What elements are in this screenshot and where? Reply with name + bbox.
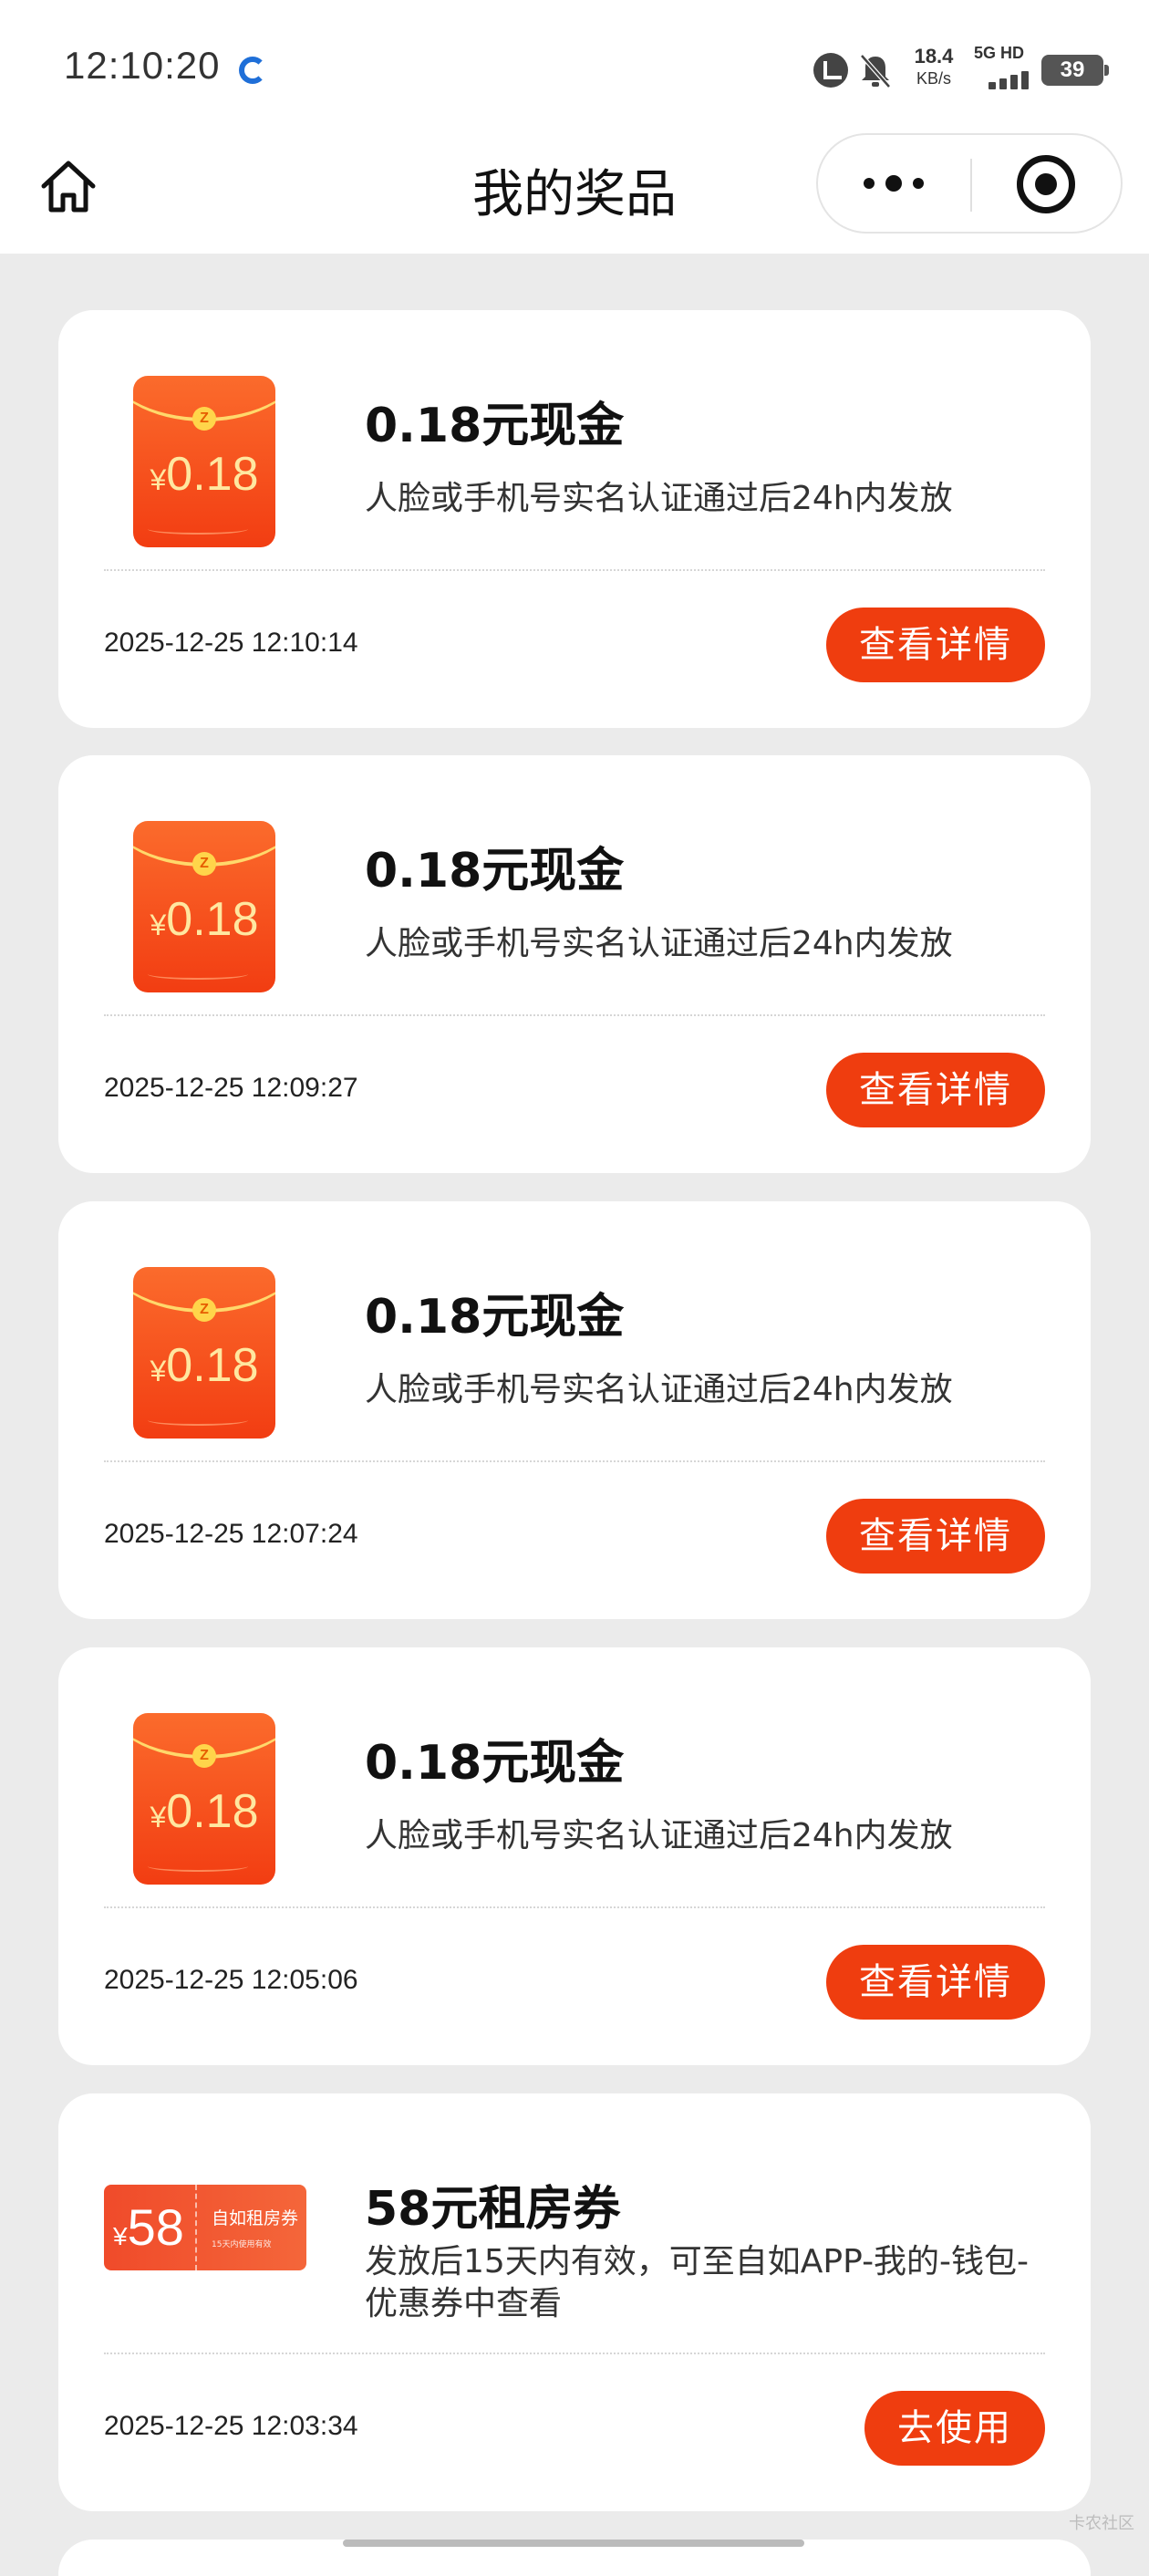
red-envelope-icon: Z ¥0.18 [133, 1713, 275, 1885]
prize-title: 0.18元现金 [365, 1736, 625, 1791]
envelope-value: 0.18 [166, 448, 259, 501]
envelope-value: 0.18 [166, 1785, 259, 1838]
more-dot-icon [864, 178, 875, 189]
envelope-amount: ¥0.18 [133, 892, 275, 947]
battery-icon: 39 [1041, 55, 1109, 86]
currency-symbol: ¥ [113, 2222, 128, 2250]
close-dot [1035, 173, 1057, 195]
prize-card: Z ¥0.18 0.18元现金 人脸或手机号实名认证通过后24h内发放 2025… [58, 310, 1091, 728]
card-divider [104, 1014, 1045, 1016]
prize-time: 2025-12-25 12:07:24 [104, 1519, 358, 1549]
card-divider [104, 2353, 1045, 2354]
prize-time: 2025-12-25 12:10:14 [104, 628, 358, 658]
coin-icon: Z [192, 852, 216, 876]
prize-description: 人脸或手机号实名认证通过后24h内发放 [365, 1371, 953, 1408]
red-envelope-icon: Z ¥0.18 [133, 1267, 275, 1439]
coupon-subtext: 15天内使用有效 [212, 2240, 272, 2249]
prize-card: Z ¥0.18 0.18元现金 人脸或手机号实名认证通过后24h内发放 2025… [58, 755, 1091, 1173]
coupon-amount: ¥58 [113, 2197, 184, 2257]
status-bar: 12:10:20 18.4 KB/s 5G HD 39 [0, 0, 1149, 137]
prize-description: 发放后15天内有效，可至自如APP-我的-钱包-优惠券中查看 [365, 2243, 1030, 2322]
close-button[interactable] [973, 135, 1121, 232]
prize-time: 2025-12-25 12:05:06 [104, 1965, 358, 1995]
prize-card: Z ¥0.18 0.18元现金 人脸或手机号实名认证通过后24h内发放 2025… [58, 1647, 1091, 2065]
view-details-button[interactable]: 查看详情 [826, 1053, 1045, 1127]
envelope-decoration [148, 1861, 248, 1872]
currency-symbol: ¥ [150, 1355, 167, 1387]
prize-title: 0.18元现金 [365, 844, 625, 898]
prize-title: 0.18元现金 [365, 1290, 625, 1345]
envelope-decoration [148, 969, 248, 980]
prize-time: 2025-12-25 12:09:27 [104, 1073, 358, 1103]
currency-symbol: ¥ [150, 463, 167, 496]
envelope-value: 0.18 [166, 893, 259, 946]
alarm-icon [813, 53, 848, 88]
coin-icon: Z [192, 407, 216, 431]
app-notification-icon [239, 57, 266, 84]
prize-card: ¥58 自如租房券 15天内使用有效 58元租房券 发放后15天内有效，可至自如… [58, 2093, 1091, 2511]
prize-title: 0.18元现金 [365, 399, 625, 453]
envelope-amount: ¥0.18 [133, 1784, 275, 1839]
mute-bell-icon [860, 54, 891, 88]
view-details-button[interactable]: 查看详情 [826, 608, 1045, 682]
network-type: 5G HD [974, 44, 1025, 62]
status-icons: 18.4 KB/s 5G HD 39 [813, 44, 1109, 93]
coupon-value: 58 [127, 2198, 184, 2256]
coin-icon: Z [192, 1744, 216, 1768]
speed-value: 18.4 [914, 45, 954, 68]
envelope-decoration [148, 524, 248, 535]
prize-title: 58元租房券 [365, 2182, 621, 2237]
signal-icon [976, 68, 1032, 89]
speed-unit: KB/s [916, 69, 951, 88]
watermark: 卡农社区 [1069, 2514, 1134, 2533]
currency-symbol: ¥ [150, 909, 167, 941]
prize-description: 人脸或手机号实名认证通过后24h内发放 [365, 1817, 953, 1854]
network-speed: 18.4 KB/s [905, 46, 963, 89]
home-indicator[interactable] [343, 2540, 804, 2547]
coupon-name: 自如租房券 [212, 2208, 299, 2228]
red-envelope-icon: Z ¥0.18 [133, 376, 275, 547]
card-divider [104, 1460, 1045, 1462]
use-coupon-button[interactable]: 去使用 [864, 2391, 1045, 2466]
coin-icon: Z [192, 1298, 216, 1322]
card-divider [104, 1906, 1045, 1908]
view-details-button[interactable]: 查看详情 [826, 1499, 1045, 1574]
rent-coupon-icon: ¥58 自如租房券 15天内使用有效 [104, 2185, 306, 2270]
mini-program-capsule [816, 133, 1123, 234]
view-details-button[interactable]: 查看详情 [826, 1945, 1045, 2020]
capsule-divider [970, 159, 972, 212]
red-envelope-icon: Z ¥0.18 [133, 821, 275, 992]
card-divider [104, 569, 1045, 571]
status-time: 12:10:20 [64, 44, 221, 87]
envelope-amount: ¥0.18 [133, 447, 275, 502]
coupon-perforation [195, 2185, 199, 2270]
more-dot-icon [913, 178, 924, 189]
more-button[interactable] [818, 135, 969, 232]
prize-description: 人脸或手机号实名认证通过后24h内发放 [365, 480, 953, 517]
prize-time: 2025-12-25 12:03:34 [104, 2411, 358, 2441]
envelope-decoration [148, 1415, 248, 1426]
envelope-amount: ¥0.18 [133, 1338, 275, 1393]
prize-card: Z ¥0.18 0.18元现金 人脸或手机号实名认证通过后24h内发放 2025… [58, 1201, 1091, 1619]
more-dot-icon [885, 175, 902, 192]
currency-symbol: ¥ [150, 1801, 167, 1833]
prize-description: 人脸或手机号实名认证通过后24h内发放 [365, 925, 953, 962]
envelope-value: 0.18 [166, 1339, 259, 1392]
